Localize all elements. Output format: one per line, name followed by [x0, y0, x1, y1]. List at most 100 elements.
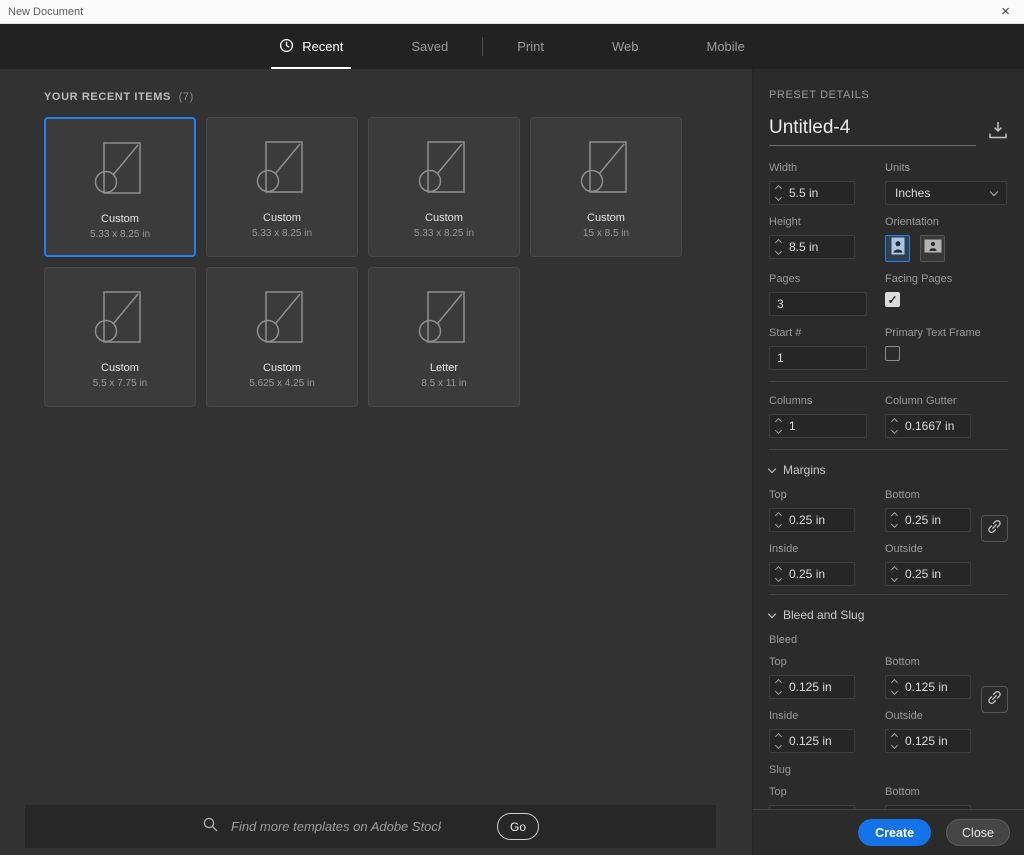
- margin-inside-stepper[interactable]: [770, 565, 787, 583]
- recent-items-area: YOUR RECENT ITEMS (7) Custom 5.33 x 8.25…: [0, 69, 752, 855]
- margin-bottom-field: [885, 508, 971, 532]
- preset-card-size: 8.5 x 11 in: [421, 378, 466, 389]
- preset-card-size: 5.33 x 8.25 in: [252, 228, 312, 239]
- stock-search-input[interactable]: [231, 819, 441, 834]
- margin-bottom-input[interactable]: [903, 513, 970, 527]
- document-sketch-icon: [89, 139, 151, 201]
- width-stepper[interactable]: [770, 184, 787, 202]
- units-dropdown[interactable]: Inches: [885, 181, 1007, 205]
- pages-field: [769, 292, 867, 316]
- save-preset-icon: [988, 127, 1008, 142]
- margin-inside-field: [769, 562, 855, 586]
- tab-mobile[interactable]: Mobile: [673, 24, 779, 69]
- create-button[interactable]: Create: [858, 819, 931, 846]
- preset-tabbar: Recent Saved Print Web Mobile: [0, 24, 1024, 69]
- margin-bottom-stepper[interactable]: [886, 511, 903, 529]
- orientation-label: Orientation: [885, 216, 1008, 228]
- bleed-outside-input[interactable]: [903, 734, 970, 748]
- preset-card-size: 5.33 x 8.25 in: [90, 229, 150, 240]
- preset-card-custom-1[interactable]: Custom 5.33 x 8.25 in: [44, 117, 196, 257]
- save-preset-button[interactable]: [988, 121, 1008, 146]
- width-input[interactable]: [787, 186, 854, 200]
- margin-top-input[interactable]: [787, 513, 854, 527]
- preset-card-custom-6[interactable]: Custom 5.625 x 4.25 in: [206, 267, 358, 407]
- margin-outside-input[interactable]: [903, 567, 970, 581]
- columns-stepper[interactable]: [770, 417, 787, 435]
- columns-field: [769, 414, 867, 438]
- bleed-inside-field: [769, 729, 855, 753]
- recent-items-heading: YOUR RECENT ITEMS (7): [0, 69, 752, 117]
- bleed-outside-field: [885, 729, 971, 753]
- preset-card-custom-3[interactable]: Custom 5.33 x 8.25 in: [368, 117, 520, 257]
- document-sketch-icon: [413, 138, 475, 200]
- stock-go-button[interactable]: Go: [497, 813, 539, 840]
- column-gutter-stepper[interactable]: [886, 417, 903, 435]
- preset-details-heading: PRESET DETAILS: [769, 89, 1008, 101]
- chevron-down-icon: [990, 187, 998, 195]
- bleed-inside-stepper[interactable]: [770, 732, 787, 750]
- start-number-input[interactable]: [770, 351, 866, 365]
- primary-text-frame-checkbox[interactable]: [885, 346, 900, 361]
- units-label: Units: [885, 162, 1008, 174]
- bleed-bottom-label: Bottom: [885, 656, 1008, 668]
- preset-card-size: 5.625 x 4.25 in: [249, 378, 315, 389]
- preset-card-custom-5[interactable]: Custom 5.5 x 7.75 in: [44, 267, 196, 407]
- tab-print[interactable]: Print: [483, 24, 578, 69]
- margins-collapse-header[interactable]: Margins: [769, 463, 1008, 477]
- recent-items-heading-text: YOUR RECENT ITEMS: [44, 91, 171, 103]
- start-number-field: [769, 346, 867, 370]
- tab-recent[interactable]: Recent: [245, 24, 377, 69]
- facing-pages-checkbox[interactable]: [885, 292, 900, 307]
- preset-card-name: Custom: [425, 212, 463, 224]
- margin-top-label: Top: [769, 489, 885, 501]
- bleed-bottom-input[interactable]: [903, 680, 970, 694]
- chain-link-icon: [986, 518, 1003, 540]
- recent-items-count: (7): [179, 91, 194, 103]
- bleed-outside-stepper[interactable]: [886, 732, 903, 750]
- margin-top-stepper[interactable]: [770, 511, 787, 529]
- margin-outside-stepper[interactable]: [886, 565, 903, 583]
- preset-card-name: Custom: [101, 213, 139, 225]
- close-button[interactable]: Close: [946, 819, 1010, 846]
- bleed-inside-input[interactable]: [787, 734, 854, 748]
- margin-outside-field: [885, 562, 971, 586]
- preset-card-name: Letter: [430, 362, 458, 374]
- columns-label: Columns: [769, 395, 885, 407]
- tab-web[interactable]: Web: [578, 24, 673, 69]
- new-document-dialog: New Document × Recent Saved Print Web Mo…: [0, 0, 1024, 855]
- pages-input[interactable]: [770, 297, 866, 311]
- bleed-sublabel: Bleed: [769, 634, 1008, 646]
- window-title: New Document: [8, 6, 995, 18]
- columns-input[interactable]: [787, 419, 866, 433]
- tab-saved-label: Saved: [411, 39, 448, 54]
- primary-text-frame-label: Primary Text Frame: [885, 327, 1008, 339]
- bleed-top-stepper[interactable]: [770, 678, 787, 696]
- bleed-top-input[interactable]: [787, 680, 854, 694]
- bleed-bottom-stepper[interactable]: [886, 678, 903, 696]
- margins-link-button[interactable]: [981, 515, 1008, 542]
- chevron-down-icon: [768, 465, 776, 473]
- margin-inside-input[interactable]: [787, 567, 854, 581]
- window-close-icon[interactable]: ×: [995, 4, 1016, 19]
- preset-card-name: Custom: [263, 212, 301, 224]
- search-icon: [202, 816, 219, 838]
- tab-saved[interactable]: Saved: [377, 24, 482, 69]
- preset-card-letter[interactable]: Letter 8.5 x 11 in: [368, 267, 520, 407]
- bleed-link-button[interactable]: [981, 686, 1008, 713]
- bleed-top-field: [769, 675, 855, 699]
- orientation-portrait-button[interactable]: [885, 235, 910, 262]
- bleed-slug-collapse-header[interactable]: Bleed and Slug: [769, 608, 1008, 622]
- divider: [769, 594, 1008, 595]
- height-label: Height: [769, 216, 885, 228]
- column-gutter-input[interactable]: [903, 419, 970, 433]
- slug-bottom-label: Bottom: [885, 786, 1008, 798]
- preset-card-custom-4[interactable]: Custom 15 x 8.5 in: [530, 117, 682, 257]
- preset-card-size: 15 x 8.5 in: [583, 228, 629, 239]
- tab-web-label: Web: [612, 39, 639, 54]
- height-input[interactable]: [787, 240, 854, 254]
- preset-card-custom-2[interactable]: Custom 5.33 x 8.25 in: [206, 117, 358, 257]
- document-name-field[interactable]: Untitled-4: [769, 117, 976, 146]
- preset-details-panel: PRESET DETAILS Untitled-4 Width: [752, 69, 1024, 855]
- height-stepper[interactable]: [770, 238, 787, 256]
- orientation-landscape-button[interactable]: [920, 235, 945, 262]
